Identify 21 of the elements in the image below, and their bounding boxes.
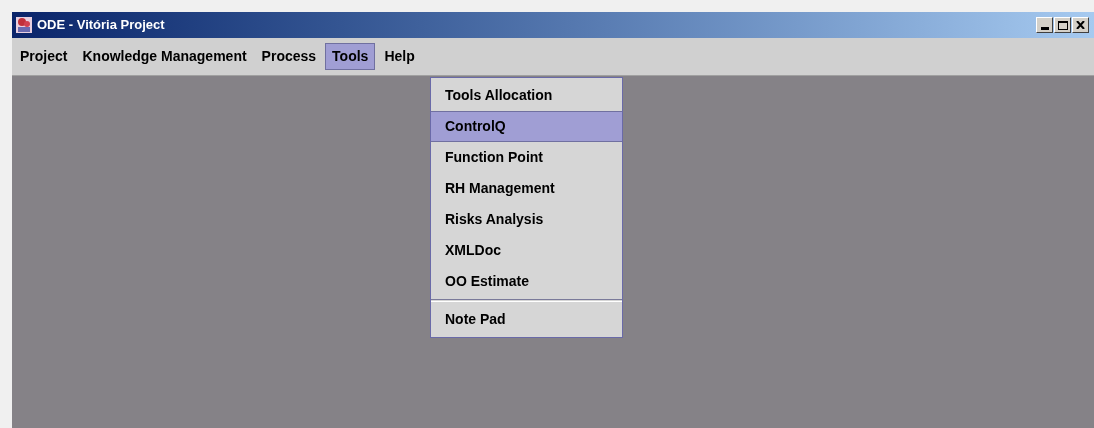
menu-item[interactable]: Knowledge Management [76, 43, 253, 70]
menu-option[interactable]: ControlQ [431, 111, 622, 142]
menu-item[interactable]: Process [255, 43, 323, 70]
menu-option[interactable]: RH Management [431, 173, 622, 204]
menu-option[interactable]: Risks Analysis [431, 204, 622, 235]
menu-item[interactable]: Help [378, 43, 421, 70]
menu-item[interactable]: Project [14, 43, 74, 70]
maximize-button[interactable] [1054, 17, 1071, 33]
menu-option[interactable]: XMLDoc [431, 235, 622, 266]
window-title: ODE - Vitória Project [37, 16, 165, 35]
close-button[interactable] [1072, 17, 1089, 33]
menu-item[interactable]: Tools [325, 43, 376, 70]
maximize-icon [1057, 20, 1068, 30]
app-icon [15, 16, 33, 34]
menu-option[interactable]: Note Pad [431, 304, 622, 335]
menu-option[interactable]: OO Estimate [431, 266, 622, 297]
menu-option[interactable]: Tools Allocation [431, 80, 622, 111]
minimize-button[interactable] [1036, 17, 1053, 33]
minimize-icon [1040, 27, 1049, 30]
menu-option[interactable]: Function Point [431, 142, 622, 173]
close-icon [1076, 21, 1085, 29]
